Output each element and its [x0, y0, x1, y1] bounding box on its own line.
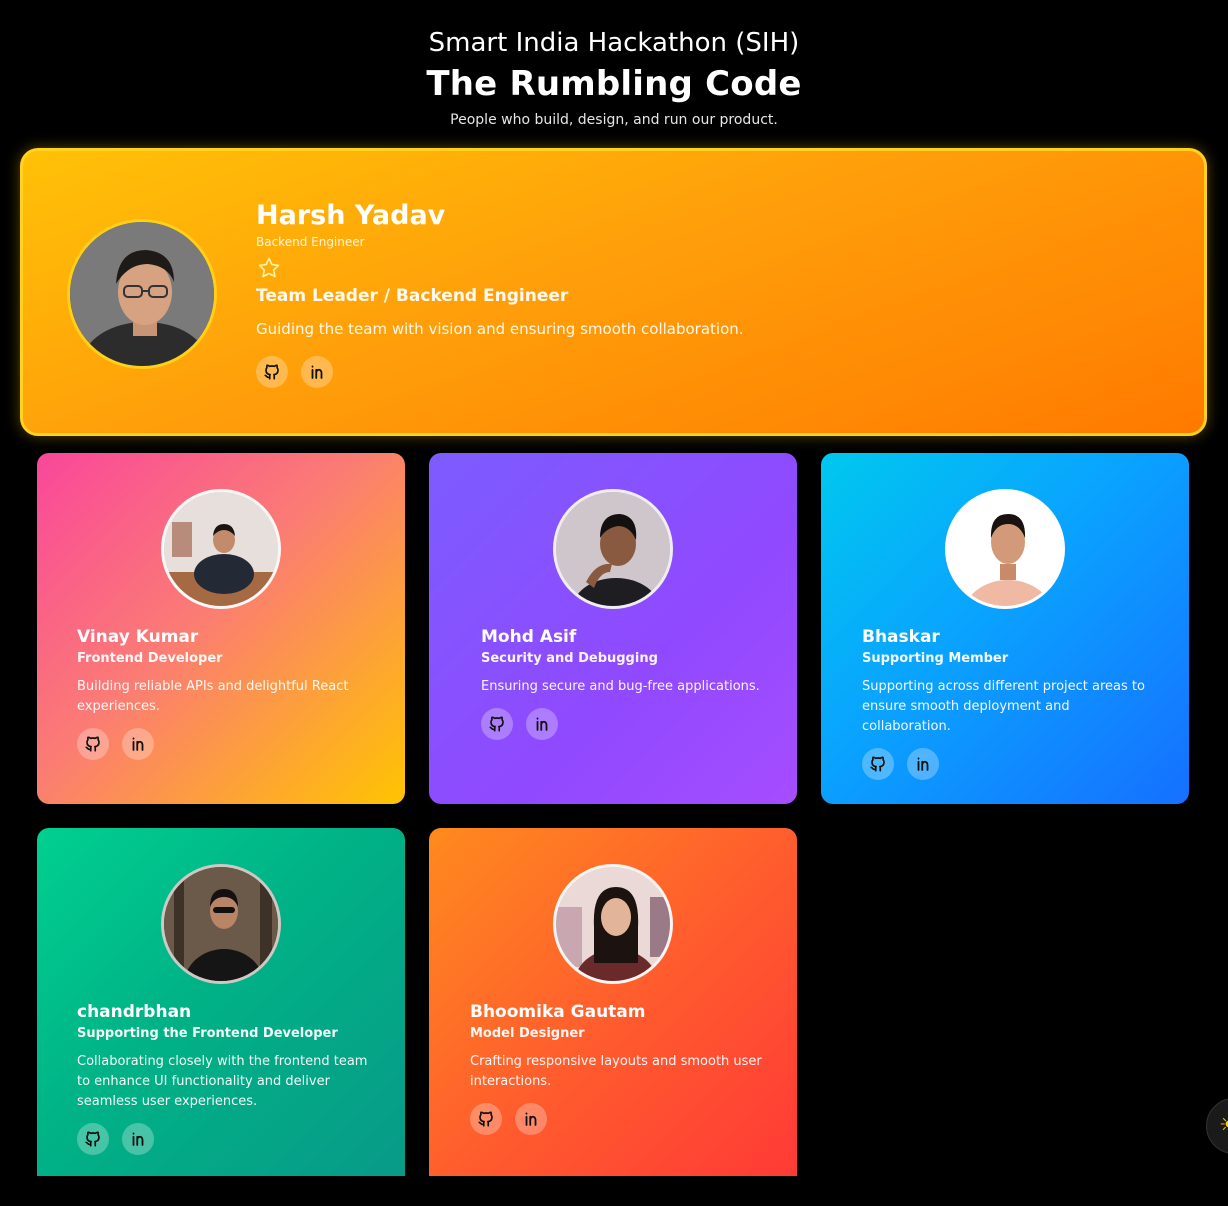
member-avatar [553, 864, 673, 984]
page-header: Smart India Hackathon (SIH) The Rumbling… [0, 26, 1228, 130]
member-card-vinay-kumar: Vinay Kumar Frontend Developer Building … [37, 453, 405, 804]
linkedin-link[interactable] [122, 1123, 154, 1155]
member-social-links [77, 728, 377, 760]
member-social-links [862, 748, 1162, 780]
linkedin-link[interactable] [122, 728, 154, 760]
member-description: Supporting across different project area… [862, 679, 1145, 734]
event-title: Smart India Hackathon (SIH) [428, 28, 800, 58]
github-icon [488, 715, 506, 733]
linkedin-icon [308, 363, 326, 381]
github-icon [869, 755, 887, 773]
member-name: Bhoomika Gautam [470, 1002, 646, 1022]
floating-action-button[interactable]: ☀ [1206, 1098, 1228, 1154]
member-avatar [945, 489, 1065, 609]
member-card-bhoomika-gautam: Bhoomika Gautam Model Designer Crafting … [429, 828, 797, 1176]
github-link[interactable] [256, 356, 288, 388]
member-name: Mohd Asif [481, 627, 577, 647]
linkedin-icon [914, 755, 932, 773]
member-name: Bhaskar [862, 627, 940, 647]
member-card-mohd-asif: Mohd Asif Security and Debugging Ensurin… [429, 453, 797, 804]
github-icon [84, 735, 102, 753]
member-avatar [161, 489, 281, 609]
star-icon [256, 256, 282, 280]
member-info: Bhaskar Supporting Member Supporting acr… [862, 625, 1162, 780]
github-link[interactable] [77, 728, 109, 760]
member-description: Ensuring secure and bug-free application… [481, 679, 760, 694]
github-icon [84, 1130, 102, 1148]
member-social-links [481, 708, 781, 740]
leader-name: Harsh Yadav [256, 200, 446, 231]
linkedin-link[interactable] [526, 708, 558, 740]
member-name: chandrbhan [77, 1002, 192, 1022]
member-role: Security and Debugging [481, 651, 658, 666]
leader-role: Team Leader / Backend Engineer [256, 286, 569, 306]
member-avatar [161, 864, 281, 984]
member-card-bhaskar: Bhaskar Supporting Member Supporting acr… [821, 453, 1189, 804]
member-info: Vinay Kumar Frontend Developer Building … [77, 625, 377, 760]
member-role: Frontend Developer [77, 651, 223, 666]
leader-info: Harsh Yadav Backend Engineer Team Leader… [256, 199, 1156, 388]
page-subtitle: People who build, design, and run our pr… [450, 112, 778, 128]
member-role: Supporting Member [862, 651, 1009, 666]
member-info: Mohd Asif Security and Debugging Ensurin… [481, 625, 781, 740]
member-description: Building reliable APIs and delightful Re… [77, 679, 349, 714]
github-link[interactable] [77, 1123, 109, 1155]
linkedin-icon [129, 1130, 147, 1148]
member-name: Vinay Kumar [77, 627, 199, 647]
linkedin-link[interactable] [515, 1103, 547, 1135]
linkedin-link[interactable] [301, 356, 333, 388]
github-link[interactable] [481, 708, 513, 740]
github-icon [477, 1110, 495, 1128]
linkedin-icon [522, 1110, 540, 1128]
leader-description: Guiding the team with vision and ensurin… [256, 320, 744, 338]
member-role: Model Designer [470, 1026, 585, 1041]
member-social-links [77, 1123, 377, 1155]
fab-icon: ☀ [1219, 1113, 1228, 1138]
github-link[interactable] [470, 1103, 502, 1135]
member-avatar [553, 489, 673, 609]
member-info: chandrbhan Supporting the Frontend Devel… [77, 1000, 377, 1155]
member-info: Bhoomika Gautam Model Designer Crafting … [470, 1000, 770, 1135]
member-description: Collaborating closely with the frontend … [77, 1054, 368, 1109]
github-icon [263, 363, 281, 381]
leader-card: Harsh Yadav Backend Engineer Team Leader… [20, 148, 1207, 436]
leader-role-small: Backend Engineer [256, 235, 365, 249]
leader-avatar [67, 219, 217, 369]
member-description: Crafting responsive layouts and smooth u… [470, 1054, 762, 1089]
team-title: The Rumbling Code [426, 64, 802, 104]
github-link[interactable] [862, 748, 894, 780]
member-role: Supporting the Frontend Developer [77, 1026, 338, 1041]
member-social-links [470, 1103, 770, 1135]
leader-social-links [256, 356, 1156, 388]
linkedin-icon [129, 735, 147, 753]
linkedin-link[interactable] [907, 748, 939, 780]
member-card-chandrbhan: chandrbhan Supporting the Frontend Devel… [37, 828, 405, 1176]
linkedin-icon [533, 715, 551, 733]
